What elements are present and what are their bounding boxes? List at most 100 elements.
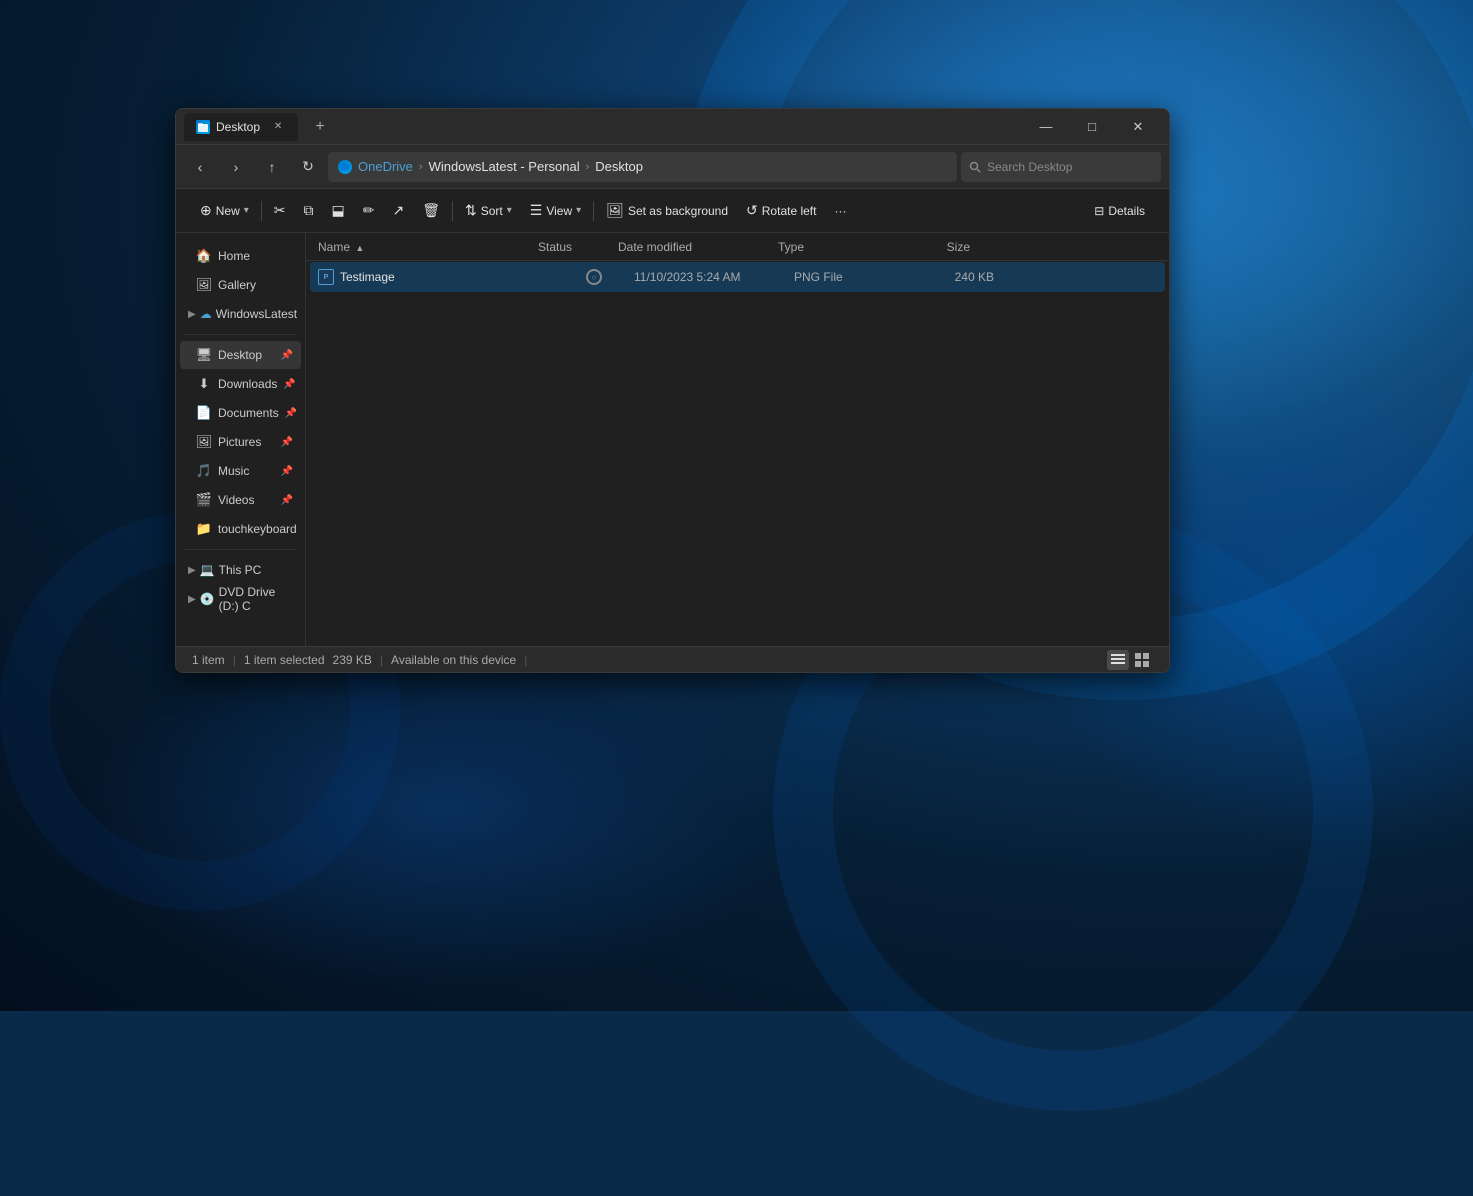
view-button[interactable]: ☰ View ▾ xyxy=(522,195,589,227)
onedrive-cloud-icon: ☁ xyxy=(200,307,212,321)
address-bar[interactable]: OneDrive › WindowsLatest - Personal › De… xyxy=(328,152,957,182)
status-bar: 1 item | 1 item selected 239 KB | Availa… xyxy=(176,646,1169,672)
new-label: New xyxy=(216,204,240,218)
documents-icon: 📄 xyxy=(196,405,212,421)
sidebar-item-desktop[interactable]: 🖥 Desktop 📌 xyxy=(180,341,301,369)
delete-icon: 🗑 xyxy=(422,202,440,219)
downloads-icon: ⬇ xyxy=(196,376,212,392)
sidebar-label-this-pc: This PC xyxy=(219,563,262,577)
sidebar-item-music[interactable]: 🎵 Music 📌 xyxy=(180,457,301,485)
sidebar-label-gallery: Gallery xyxy=(218,278,256,292)
status-selected: 1 item selected xyxy=(244,653,325,667)
toolbar-sep-3 xyxy=(593,201,594,221)
minimize-button[interactable]: — xyxy=(1023,109,1069,145)
col-header-status[interactable]: Status xyxy=(534,240,614,254)
maximize-button[interactable]: □ xyxy=(1069,109,1115,145)
set-bg-label: Set as background xyxy=(628,204,728,218)
details-icon: ⊟ xyxy=(1094,204,1104,218)
delete-button[interactable]: 🗑 xyxy=(414,195,448,227)
sidebar-item-dvd-drive[interactable]: ▶ 💿 DVD Drive (D:) C xyxy=(180,585,301,613)
sidebar-item-touchkeyboard[interactable]: 📁 touchkeyboard xyxy=(180,515,301,543)
breadcrumb-personal: WindowsLatest - Personal xyxy=(429,159,580,174)
forward-button[interactable]: › xyxy=(220,151,252,183)
view-icon: ☰ xyxy=(530,202,543,219)
cut-button[interactable]: ✂ xyxy=(266,195,294,227)
main-area: 🏠 Home 🖼 Gallery ▶ ☁ WindowsLatest 🖥 Des… xyxy=(176,233,1169,646)
file-type: PNG File xyxy=(794,270,914,284)
back-button[interactable]: ‹ xyxy=(184,151,216,183)
column-headers: Name ▲ Status Date modified Type Size xyxy=(306,233,1169,261)
sidebar-item-home[interactable]: 🏠 Home xyxy=(180,242,301,270)
col-header-modified[interactable]: Date modified xyxy=(614,240,774,254)
col-header-name[interactable]: Name ▲ xyxy=(314,240,534,254)
set-bg-icon: 🖼 xyxy=(606,202,624,219)
sidebar-item-videos[interactable]: 🎬 Videos 📌 xyxy=(180,486,301,514)
col-header-size[interactable]: Size xyxy=(894,240,974,254)
status-count: 1 item xyxy=(192,653,225,667)
tab-close-button[interactable]: ✕ xyxy=(270,119,286,135)
desktop-pin-icon: 📌 xyxy=(281,350,293,361)
sidebar-label-music: Music xyxy=(218,464,249,478)
sidebar-item-documents[interactable]: 📄 Documents 📌 xyxy=(180,399,301,427)
view-label: View xyxy=(546,204,572,218)
more-icon: ··· xyxy=(834,204,846,218)
documents-pin-icon: 📌 xyxy=(285,408,297,419)
share-button[interactable]: ↗ xyxy=(384,195,412,227)
table-row[interactable]: P Testimage ○ 11/10/2023 5:24 AM PNG Fil… xyxy=(310,262,1165,292)
file-area: Name ▲ Status Date modified Type Size xyxy=(306,233,1169,646)
new-tab-button[interactable]: + xyxy=(306,113,334,141)
details-button[interactable]: ⊟ Details xyxy=(1086,195,1153,227)
status-sep-1: | xyxy=(233,653,236,667)
sort-button[interactable]: ⇅ Sort ▾ xyxy=(457,195,520,227)
breadcrumb-onedrive: OneDrive xyxy=(358,159,413,174)
col-header-type[interactable]: Type xyxy=(774,240,894,254)
new-button[interactable]: ⊕ New ▾ xyxy=(192,195,257,227)
title-bar: Desktop ✕ + — □ ✕ xyxy=(176,109,1169,145)
close-button[interactable]: ✕ xyxy=(1115,109,1161,145)
list-view-button[interactable] xyxy=(1107,650,1129,670)
refresh-button[interactable]: ↻ xyxy=(292,151,324,183)
copy-icon: ⧉ xyxy=(304,202,314,219)
new-chevron: ▾ xyxy=(244,205,249,216)
status-sep-3: | xyxy=(524,653,527,667)
pictures-icon: 🖼 xyxy=(196,434,212,450)
explorer-window: Desktop ✕ + — □ ✕ ‹ › ↑ ↻ OneDrive › Win… xyxy=(175,108,1170,673)
paste-button[interactable]: ⬓ xyxy=(324,195,353,227)
png-icon: P xyxy=(318,269,334,285)
cut-icon: ✂ xyxy=(274,202,286,219)
sidebar-item-windowslatest[interactable]: ▶ ☁ WindowsLatest xyxy=(180,300,301,328)
grid-view-button[interactable] xyxy=(1131,650,1153,670)
rotate-left-button[interactable]: ↺ Rotate left xyxy=(738,195,824,227)
set-background-button[interactable]: 🖼 Set as background xyxy=(598,195,736,227)
window-controls: — □ ✕ xyxy=(1023,109,1161,145)
tab-folder-icon xyxy=(196,120,210,134)
toolbar-sep-1 xyxy=(261,201,262,221)
sidebar-item-gallery[interactable]: 🖼 Gallery xyxy=(180,271,301,299)
sidebar-label-home: Home xyxy=(218,249,250,263)
copy-button[interactable]: ⧉ xyxy=(296,195,322,227)
sidebar-item-downloads[interactable]: ⬇ Downloads 📌 xyxy=(180,370,301,398)
breadcrumb-desktop: Desktop xyxy=(595,159,643,174)
sidebar-divider-1 xyxy=(184,334,297,335)
file-icon-testimage: P xyxy=(318,269,334,285)
sidebar-item-this-pc[interactable]: ▶ 💻 This PC xyxy=(180,556,301,584)
sidebar-label-documents: Documents xyxy=(218,406,279,420)
sidebar-label-touchkeyboard: touchkeyboard xyxy=(218,522,297,536)
sort-indicator-name: ▲ xyxy=(355,243,364,253)
file-name: Testimage xyxy=(340,270,554,284)
sync-status-icon: ○ xyxy=(586,269,602,285)
rename-button[interactable]: ✏ xyxy=(355,195,383,227)
up-button[interactable]: ↑ xyxy=(256,151,288,183)
explorer-tab[interactable]: Desktop ✕ xyxy=(184,113,298,141)
sidebar-item-pictures[interactable]: 🖼 Pictures 📌 xyxy=(180,428,301,456)
music-pin-icon: 📌 xyxy=(281,466,293,477)
toolbar-sep-2 xyxy=(452,201,453,221)
search-box[interactable]: Search Desktop xyxy=(961,152,1161,182)
videos-pin-icon: 📌 xyxy=(281,495,293,506)
desktop-icon: 🖥 xyxy=(196,347,212,363)
sidebar-label-desktop: Desktop xyxy=(218,348,262,362)
rotate-label: Rotate left xyxy=(762,204,817,218)
view-toggle xyxy=(1107,650,1153,670)
more-button[interactable]: ··· xyxy=(826,195,854,227)
downloads-pin-icon: 📌 xyxy=(283,379,295,390)
